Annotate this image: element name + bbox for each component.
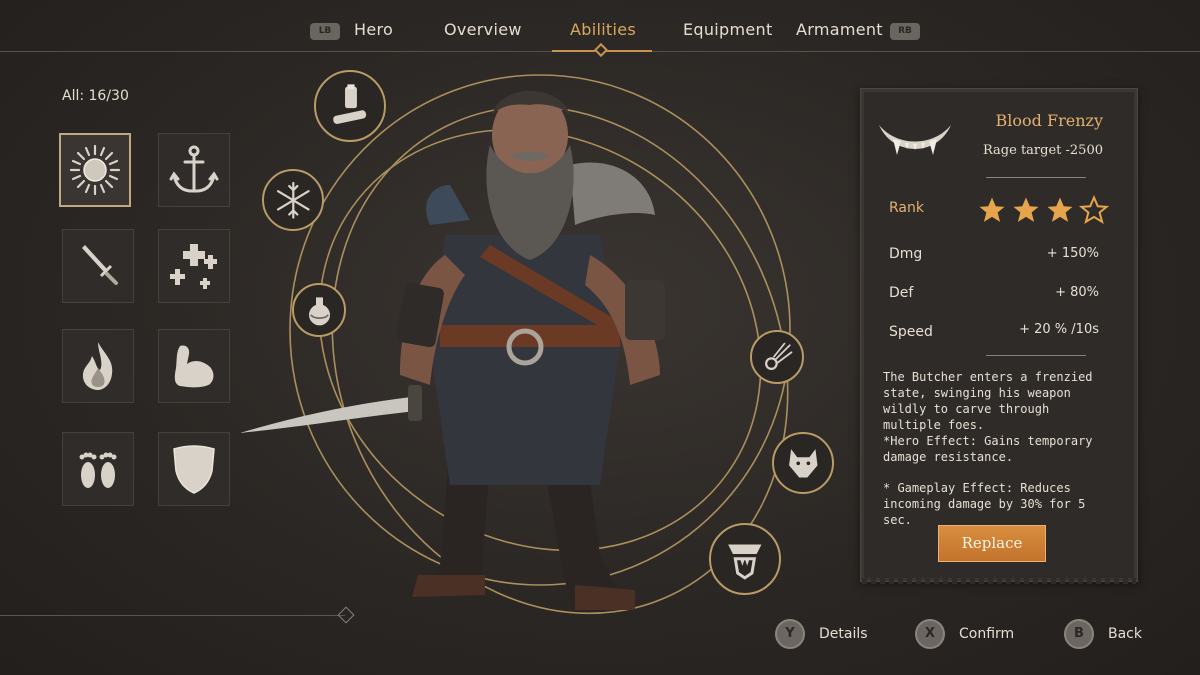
orbit-slot-frost[interactable] [262,169,324,231]
flask-icon [308,296,330,325]
ability-count: All: 16/30 [62,88,129,104]
rb-button-icon[interactable]: RB [890,23,920,40]
beast-jaw-icon [728,544,762,580]
tab-equipment[interactable]: Equipment [683,20,773,39]
stat-value-speed: + 20 % /10s [1019,322,1099,337]
orbit-slot-wolf[interactable] [772,432,834,494]
stat-value-dmg: + 150% [1046,246,1099,261]
ability-slot-footprints[interactable] [62,432,134,506]
rank-stars [977,195,1109,225]
orbit-slot-jaw[interactable] [709,523,781,595]
stat-label-speed: Speed [889,324,933,340]
snowflake-icon [276,181,310,219]
panel-torn-edge [862,578,1136,584]
dagger-icon [82,245,118,285]
tab-overview[interactable]: Overview [444,20,522,39]
x-button-icon: X [915,619,945,649]
comet-icon [764,342,792,370]
ability-slot-heal[interactable] [158,229,230,303]
stat-label-def: Def [889,285,914,301]
wolf-head-icon [788,448,818,478]
tab-armament[interactable]: Armament [796,20,883,39]
hint-confirm[interactable]: X Confirm [915,619,1014,649]
top-navigation: LB Hero Overview Abilities Equipment Arm… [0,0,1200,58]
rank-label: Rank [889,200,924,216]
hero-effect-text: *Hero Effect: Gains temporary damage res… [883,434,1093,464]
hint-details[interactable]: Y Details [775,619,868,649]
hint-back-label: Back [1108,626,1142,642]
orbit-slot-comet[interactable] [750,330,804,384]
ability-name: Blood Frenzy [995,111,1103,130]
footprints-icon [79,452,117,488]
star-filled-icon [979,197,1005,222]
ability-slot-sun[interactable] [59,133,131,207]
ability-slot-shield[interactable] [158,432,230,506]
panel-divider-bottom [986,355,1086,356]
flexed-arm-icon [174,345,214,388]
sun-icon [69,144,121,196]
ability-description: The Butcher enters a frenzied state, swi… [883,370,1093,432]
ability-slot-strength[interactable] [158,329,230,403]
panel-divider-top [986,177,1086,178]
flame-icon [82,342,113,390]
star-empty-icon [1079,195,1109,225]
tab-abilities[interactable]: Abilities [570,20,636,39]
star-filled-icon [1013,197,1039,222]
gameplay-effect-text: * Gameplay Effect: Reduces incoming dama… [883,481,1086,527]
shield-icon [173,445,215,494]
tab-hero[interactable]: Hero [354,20,393,39]
star-filled-icon [1047,197,1073,222]
potion-bottle-icon [333,84,367,125]
anchor-icon [169,145,219,193]
replace-button[interactable]: Replace [938,525,1046,562]
ability-slot-anchor[interactable] [158,133,230,207]
stat-value-def: + 80% [1055,285,1099,300]
orbit-slot-flask[interactable] [292,283,346,337]
ability-slot-flame[interactable] [62,329,134,403]
hint-details-label: Details [819,626,868,642]
hint-confirm-label: Confirm [959,626,1015,642]
fangs-icon [879,125,951,155]
stat-label-dmg: Dmg [889,246,923,262]
active-tab-diamond-icon [593,42,609,58]
ability-subtitle: Rage target -2500 [982,143,1103,158]
y-button-icon: Y [775,619,805,649]
hero-figure [240,91,665,610]
ability-slot-dagger[interactable] [62,229,134,303]
lb-button-icon[interactable]: LB [310,23,340,40]
orbit-slot-potion[interactable] [314,70,386,142]
hint-back[interactable]: B Back [1064,619,1142,649]
b-button-icon: B [1064,619,1094,649]
heal-crosses-icon [170,244,217,289]
ability-detail-panel: Blood Frenzy Rage target -2500 Rank Dmg … [860,88,1138,582]
